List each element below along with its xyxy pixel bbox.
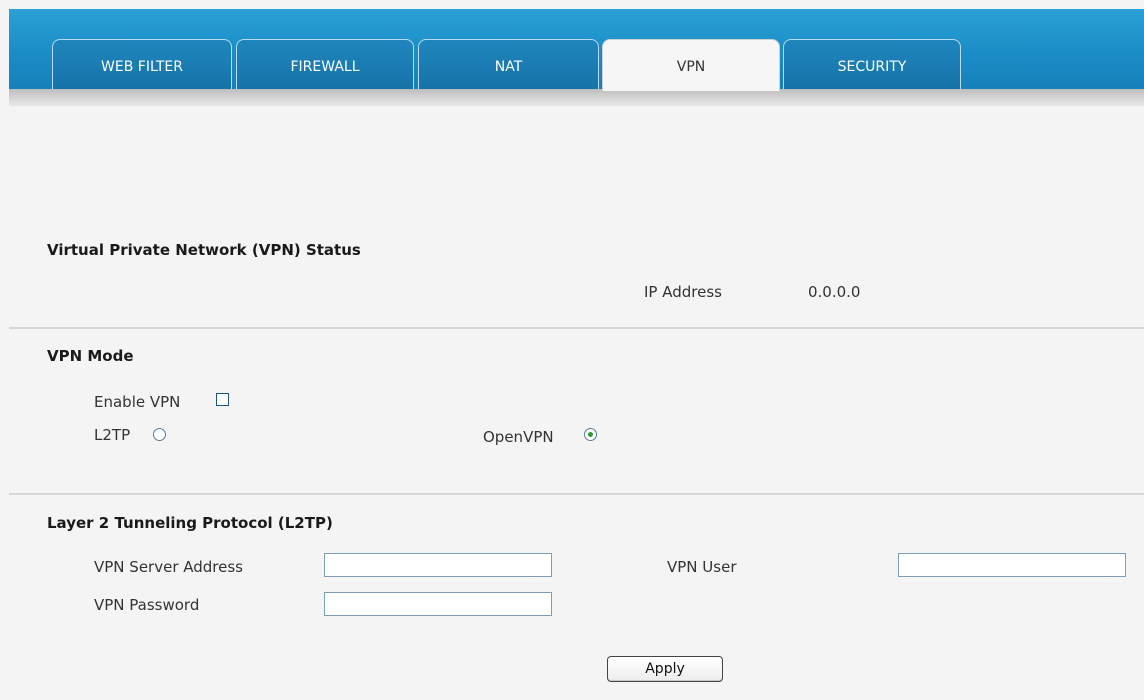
header-shadow-strip	[9, 89, 1144, 106]
vpn-server-address-input[interactable]	[324, 553, 552, 577]
ip-address-label: IP Address	[644, 283, 722, 301]
vpn-mode-title: VPN Mode	[47, 347, 134, 365]
openvpn-radio[interactable]	[584, 428, 597, 441]
apply-button-label: Apply	[645, 661, 685, 677]
vpn-server-address-label: VPN Server Address	[94, 558, 243, 576]
tab-web-filter[interactable]: WEB FILTER	[52, 39, 232, 89]
tab-firewall[interactable]: FIREWALL	[236, 39, 414, 89]
apply-button[interactable]: Apply	[607, 656, 723, 682]
enable-vpn-checkbox[interactable]	[216, 393, 229, 406]
tab-web-filter-label: WEB FILTER	[101, 59, 183, 75]
enable-vpn-label: Enable VPN	[94, 393, 181, 411]
openvpn-radio-label: OpenVPN	[483, 428, 554, 446]
section-divider	[9, 327, 1144, 329]
tab-security-label: SECURITY	[837, 59, 907, 75]
tab-vpn[interactable]: VPN	[602, 39, 780, 91]
tab-firewall-label: FIREWALL	[290, 59, 360, 75]
vpn-user-input[interactable]	[898, 553, 1126, 577]
tab-nat[interactable]: NAT	[418, 39, 599, 89]
tab-security[interactable]: SECURITY	[783, 39, 961, 89]
ip-address-value: 0.0.0.0	[808, 283, 861, 301]
tab-vpn-label: VPN	[676, 59, 706, 75]
l2tp-radio[interactable]	[153, 428, 166, 441]
l2tp-title: Layer 2 Tunneling Protocol (L2TP)	[47, 514, 333, 532]
vpn-status-title: Virtual Private Network (VPN) Status	[47, 241, 361, 259]
tab-nat-label: NAT	[494, 59, 523, 75]
section-divider	[9, 493, 1144, 495]
vpn-password-label: VPN Password	[94, 596, 200, 614]
vpn-user-label: VPN User	[667, 558, 737, 576]
l2tp-radio-label: L2TP	[94, 426, 131, 444]
vpn-password-input[interactable]	[324, 592, 552, 616]
